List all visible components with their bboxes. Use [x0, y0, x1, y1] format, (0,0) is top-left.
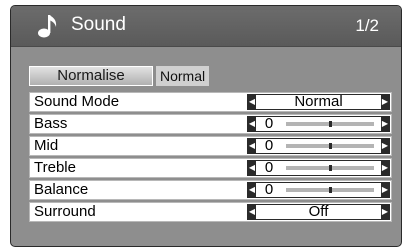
mid-slider-marker	[329, 143, 332, 149]
setting-label: Treble	[34, 159, 76, 176]
setting-row-mid[interactable]: Mid ◀ 0 ▶	[29, 136, 392, 156]
balance-slider[interactable]: ◀ 0 ▶	[247, 182, 390, 198]
bass-slider[interactable]: ◀ 0 ▶	[247, 116, 390, 132]
sound-mode-selector[interactable]: ◀ Normal ▶	[247, 94, 390, 110]
treble-slider[interactable]: ◀ 0 ▶	[247, 160, 390, 176]
right-arrow-icon[interactable]: ▶	[381, 139, 389, 153]
surround-value: Off	[308, 203, 329, 220]
sound-menu-panel: Sound 1/2 Normalise Normal Sound Mode ◀ …	[10, 5, 402, 247]
treble-slider-marker	[329, 165, 332, 171]
right-arrow-icon[interactable]: ▶	[381, 95, 389, 109]
setting-row-balance[interactable]: Balance ◀ 0 ▶	[29, 180, 392, 200]
normalise-status: Normal	[156, 66, 210, 86]
music-note-icon	[38, 15, 57, 38]
bass-slider-track[interactable]	[286, 121, 374, 127]
mid-slider-track[interactable]	[286, 143, 374, 149]
left-arrow-icon[interactable]: ◀	[248, 161, 256, 175]
menu-header: Sound 1/2	[11, 6, 401, 47]
bass-value: 0	[264, 115, 274, 132]
bass-slider-marker	[329, 121, 332, 127]
surround-selector[interactable]: ◀ Off ▶	[247, 204, 390, 220]
mid-slider[interactable]: ◀ 0 ▶	[247, 138, 390, 154]
setting-row-sound-mode[interactable]: Sound Mode ◀ Normal ▶	[29, 92, 392, 112]
balance-slider-track[interactable]	[286, 187, 374, 193]
setting-label: Balance	[34, 181, 89, 198]
setting-label: Bass	[34, 115, 68, 132]
setting-label: Mid	[34, 137, 59, 154]
left-arrow-icon[interactable]: ◀	[248, 139, 256, 153]
setting-label: Sound Mode	[34, 93, 120, 110]
settings-list: Sound Mode ◀ Normal ▶ Bass ◀ 0 ▶ Mid ◀ 0…	[29, 92, 392, 224]
left-arrow-icon[interactable]: ◀	[248, 205, 256, 219]
page-indicator: 1/2	[355, 16, 379, 35]
right-arrow-icon[interactable]: ▶	[381, 161, 389, 175]
sound-mode-value: Normal	[294, 93, 343, 110]
left-arrow-icon[interactable]: ◀	[248, 95, 256, 109]
balance-value: 0	[264, 181, 274, 198]
left-arrow-icon[interactable]: ◀	[248, 117, 256, 131]
right-arrow-icon[interactable]: ▶	[381, 205, 389, 219]
setting-label: Surround	[34, 203, 96, 220]
setting-row-bass[interactable]: Bass ◀ 0 ▶	[29, 114, 392, 134]
setting-row-surround[interactable]: Surround ◀ Off ▶	[29, 202, 392, 222]
treble-value: 0	[264, 159, 274, 176]
left-arrow-icon[interactable]: ◀	[248, 183, 256, 197]
menu-title: Sound	[71, 14, 126, 35]
right-arrow-icon[interactable]: ▶	[381, 183, 389, 197]
mid-value: 0	[264, 137, 274, 154]
treble-slider-track[interactable]	[286, 165, 374, 171]
setting-row-treble[interactable]: Treble ◀ 0 ▶	[29, 158, 392, 178]
right-arrow-icon[interactable]: ▶	[381, 117, 389, 131]
normalise-button[interactable]: Normalise	[29, 66, 153, 86]
balance-slider-marker	[329, 187, 332, 193]
normalise-row: Normalise Normal	[29, 66, 389, 86]
